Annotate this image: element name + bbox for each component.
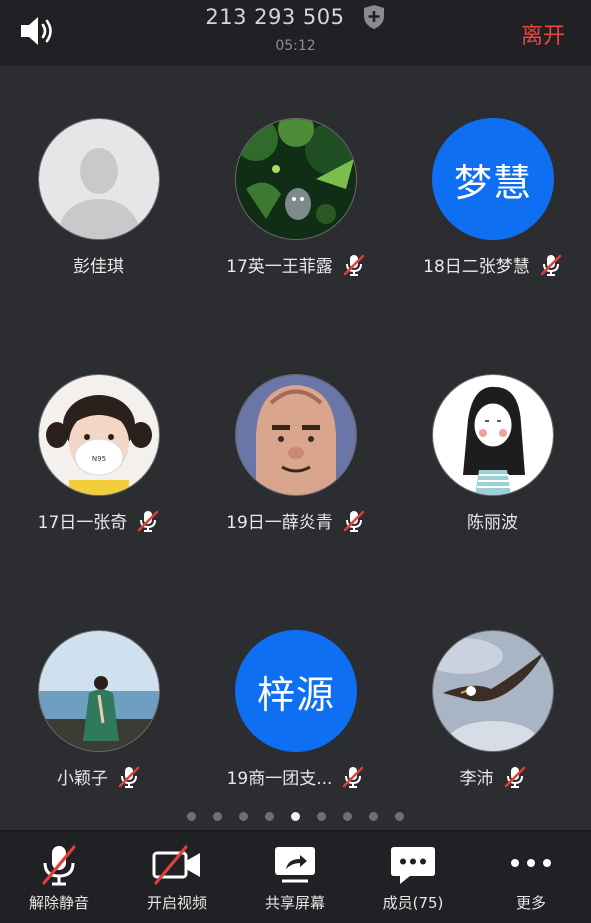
muted-mic-icon — [343, 510, 365, 532]
muted-mic-icon — [343, 254, 365, 276]
page-dot[interactable] — [238, 812, 248, 821]
leave-button[interactable]: 离开 — [521, 18, 565, 50]
participant-tile[interactable]: 梦慧 18日二张梦慧 — [394, 66, 591, 316]
share-screen-label: 共享屏幕 — [264, 894, 325, 912]
muted-mic-icon — [540, 254, 562, 276]
page-indicator[interactable] — [0, 806, 591, 821]
unmute-button[interactable]: 解除静音 — [0, 831, 118, 923]
muted-mic-icon — [118, 766, 140, 788]
participant-grid: 彭佳琪 17英一王菲露 梦慧 18日二张梦慧 N95 17日一张奇 19日一薛炎… — [0, 66, 591, 830]
girl-drawing — [433, 375, 553, 495]
participant-tile[interactable]: N95 17日一张奇 — [0, 322, 197, 572]
cartoon-face-photo — [236, 375, 356, 495]
page-dot[interactable] — [186, 812, 196, 821]
child-with-mask-photo: N95 — [39, 375, 159, 495]
participant-name: 19商一团支... — [197, 764, 394, 789]
participant-tile[interactable]: 陈丽波 — [394, 322, 591, 572]
start-video-label: 开启视频 — [146, 894, 207, 912]
svg-text:N95: N95 — [92, 455, 106, 463]
participant-tile[interactable]: 17英一王菲露 — [197, 66, 394, 316]
video-off-icon — [152, 845, 200, 885]
more-label: 更多 — [515, 894, 546, 912]
share-screen-icon — [275, 847, 315, 883]
page-dot[interactable] — [343, 812, 353, 821]
start-video-button[interactable]: 开启视频 — [118, 831, 236, 923]
meeting-id[interactable]: 213 293 505 — [0, 4, 591, 30]
page-dot[interactable] — [317, 812, 327, 821]
meeting-screen: 213 293 505 05:12 离开 彭佳琪 17英一王菲露 梦慧 18日二… — [0, 0, 591, 923]
beach-photo — [39, 631, 159, 751]
participant-name: 李沛 — [394, 764, 591, 789]
participant-name: 17英一王菲露 — [197, 252, 394, 277]
more-dots-icon — [511, 859, 551, 867]
eagle-photo — [433, 631, 553, 751]
members-label: 成员(75) — [382, 894, 444, 912]
avatar — [235, 118, 357, 240]
muted-mic-icon — [42, 845, 76, 886]
avatar — [38, 630, 160, 752]
top-bar: 213 293 505 05:12 离开 — [0, 0, 591, 66]
page-dot[interactable] — [369, 812, 379, 821]
participant-name: 19日一薛炎青 — [197, 508, 394, 533]
more-button[interactable]: 更多 — [472, 831, 590, 923]
muted-mic-icon — [504, 766, 525, 788]
forest-photo — [236, 119, 356, 239]
meeting-id-number: 213 293 505 — [205, 5, 345, 29]
participant-tile[interactable]: 彭佳琪 — [0, 66, 197, 316]
text-avatar: 梓源 — [235, 630, 357, 752]
unmute-label: 解除静音 — [28, 894, 89, 912]
participant-tile[interactable]: 李沛 — [394, 578, 591, 828]
page-dot[interactable] — [212, 812, 222, 821]
avatar — [235, 374, 357, 496]
participant-name: 17日一张奇 — [0, 508, 197, 533]
page-dot[interactable] — [395, 812, 405, 821]
avatar: N95 — [38, 374, 160, 496]
bottom-toolbar: 解除静音 开启视频 共享屏幕 成员(75) 更多 — [0, 830, 591, 923]
participant-name: 18日二张梦慧 — [394, 252, 591, 277]
muted-mic-icon — [138, 510, 159, 532]
chat-bubble-icon — [391, 847, 435, 884]
default-person-icon — [39, 119, 159, 239]
page-dot-active[interactable] — [291, 812, 300, 821]
participant-tile[interactable]: 梓源 19商一团支... — [197, 578, 394, 828]
meeting-timer: 05:12 — [275, 38, 316, 54]
participant-name: 陈丽波 — [467, 513, 518, 533]
text-avatar: 梦慧 — [432, 118, 554, 240]
members-button[interactable]: 成员(75) — [354, 831, 472, 923]
share-screen-button[interactable]: 共享屏幕 — [236, 831, 354, 923]
participant-name: 小颖子 — [0, 764, 197, 789]
page-dot[interactable] — [264, 812, 274, 821]
avatar — [38, 118, 160, 240]
participant-tile[interactable]: 小颖子 — [0, 578, 197, 828]
avatar — [432, 630, 554, 752]
muted-mic-icon — [343, 766, 364, 788]
shield-plus-icon[interactable] — [362, 4, 386, 30]
avatar — [432, 374, 554, 496]
participant-name: 彭佳琪 — [73, 257, 124, 277]
participant-tile[interactable]: 19日一薛炎青 — [197, 322, 394, 572]
